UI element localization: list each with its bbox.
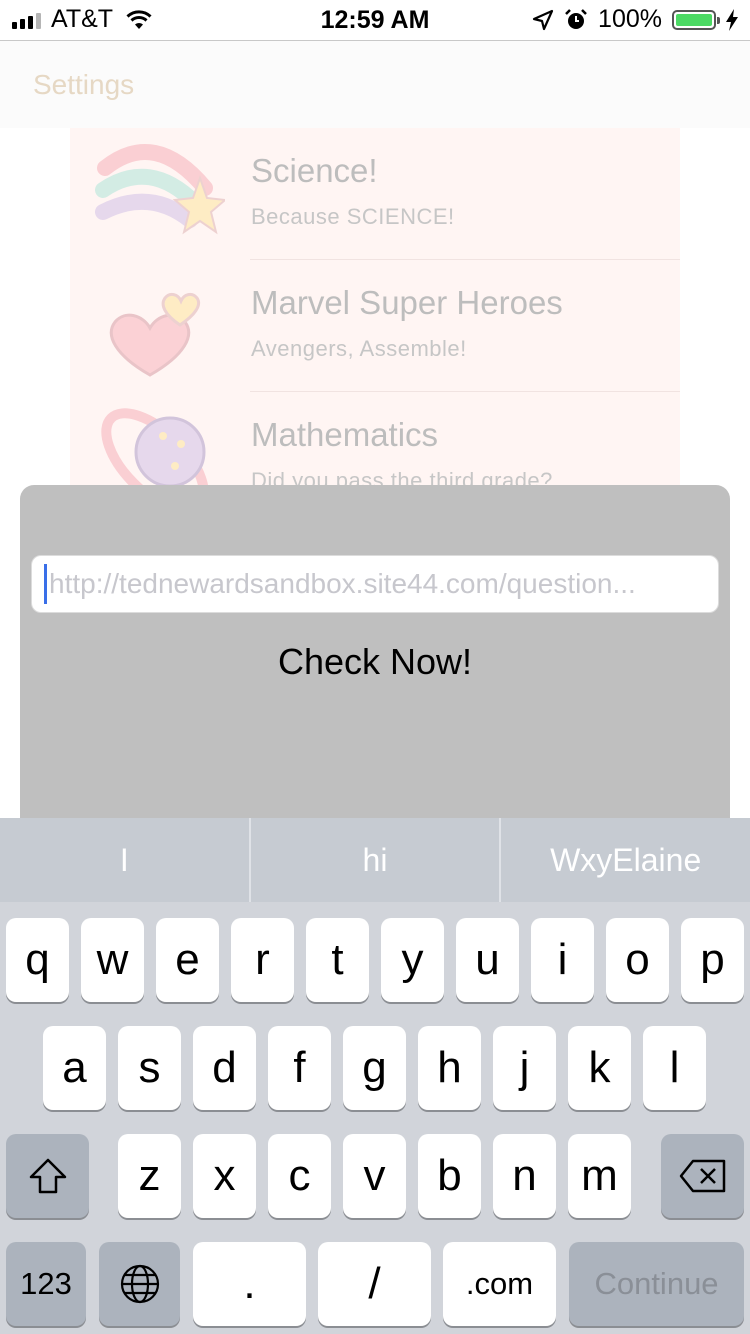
- battery-percent: 100%: [598, 5, 662, 33]
- numbers-key[interactable]: 123: [6, 1242, 86, 1326]
- url-popup: http://tednewardsandbox.site44.com/quest…: [20, 485, 730, 845]
- location-arrow-icon: [532, 9, 554, 30]
- key[interactable]: d: [193, 1026, 256, 1110]
- key[interactable]: p: [681, 918, 744, 1002]
- suggestion[interactable]: hi: [251, 818, 502, 902]
- continue-key[interactable]: Continue: [569, 1242, 744, 1326]
- quiz-row-marvel[interactable]: Marvel Super Heroes Avengers, Assemble!: [70, 260, 680, 392]
- quiz-list: Science! Because SCIENCE! Marvel Super H…: [70, 128, 680, 488]
- key[interactable]: g: [343, 1026, 406, 1110]
- quiz-title: Marvel Super Heroes: [251, 284, 563, 321]
- quiz-description: Because SCIENCE!: [251, 204, 455, 229]
- key[interactable]: y: [381, 918, 444, 1002]
- key[interactable]: u: [456, 918, 519, 1002]
- alarm-icon: [565, 8, 587, 29]
- dotcom-key[interactable]: .com: [443, 1242, 556, 1326]
- quiz-title: Mathematics: [251, 416, 439, 453]
- delete-key[interactable]: [661, 1134, 744, 1218]
- shift-key[interactable]: [6, 1134, 89, 1218]
- key[interactable]: m: [568, 1134, 631, 1218]
- predictive-bar: I hi WxyElaine: [0, 818, 750, 902]
- key[interactable]: c: [268, 1134, 331, 1218]
- settings-button[interactable]: Settings: [33, 69, 134, 101]
- key[interactable]: k: [568, 1026, 631, 1110]
- quiz-row-mathematics[interactable]: Mathematics Did you pass the third grade…: [70, 392, 680, 488]
- key[interactable]: j: [493, 1026, 556, 1110]
- key[interactable]: w: [81, 918, 144, 1002]
- status-right: 100%: [532, 5, 738, 34]
- globe-key[interactable]: [99, 1242, 180, 1326]
- key[interactable]: e: [156, 918, 219, 1002]
- key[interactable]: z: [118, 1134, 181, 1218]
- url-placeholder: http://tednewardsandbox.site44.com/quest…: [49, 568, 636, 599]
- key[interactable]: n: [493, 1134, 556, 1218]
- status-bar: AT&T 12:59 AM 100%: [0, 0, 750, 41]
- backspace-icon: [679, 1159, 725, 1193]
- key[interactable]: s: [118, 1026, 181, 1110]
- key[interactable]: x: [193, 1134, 256, 1218]
- planet-icon: [101, 408, 209, 488]
- check-now-button[interactable]: Check Now!: [20, 640, 730, 684]
- key[interactable]: a: [43, 1026, 106, 1110]
- battery-icon: [672, 9, 720, 30]
- period-key[interactable]: .: [193, 1242, 306, 1326]
- shift-icon: [29, 1158, 66, 1194]
- key[interactable]: o: [606, 918, 669, 1002]
- suggestion[interactable]: WxyElaine: [501, 818, 750, 902]
- key[interactable]: r: [231, 918, 294, 1002]
- globe-icon: [120, 1264, 159, 1304]
- text-caret: [44, 564, 47, 604]
- url-input[interactable]: http://tednewardsandbox.site44.com/quest…: [31, 555, 719, 613]
- key[interactable]: b: [418, 1134, 481, 1218]
- nav-bar: Settings: [0, 41, 750, 128]
- charging-bolt-icon: [726, 8, 738, 31]
- key[interactable]: f: [268, 1026, 331, 1110]
- suggestion[interactable]: I: [0, 818, 251, 902]
- key[interactable]: l: [643, 1026, 706, 1110]
- quiz-title: Science!: [251, 152, 378, 189]
- key[interactable]: t: [306, 918, 369, 1002]
- keyboard: I hi WxyElaine q w e r t y u i o p a s d…: [0, 818, 750, 1334]
- key[interactable]: i: [531, 918, 594, 1002]
- key[interactable]: h: [418, 1026, 481, 1110]
- shooting-star-icon: [95, 144, 225, 235]
- quiz-description: Avengers, Assemble!: [251, 336, 467, 361]
- key[interactable]: q: [6, 918, 69, 1002]
- hearts-icon: [109, 292, 201, 377]
- slash-key[interactable]: /: [318, 1242, 431, 1326]
- quiz-row-science[interactable]: Science! Because SCIENCE!: [70, 128, 680, 260]
- key[interactable]: v: [343, 1134, 406, 1218]
